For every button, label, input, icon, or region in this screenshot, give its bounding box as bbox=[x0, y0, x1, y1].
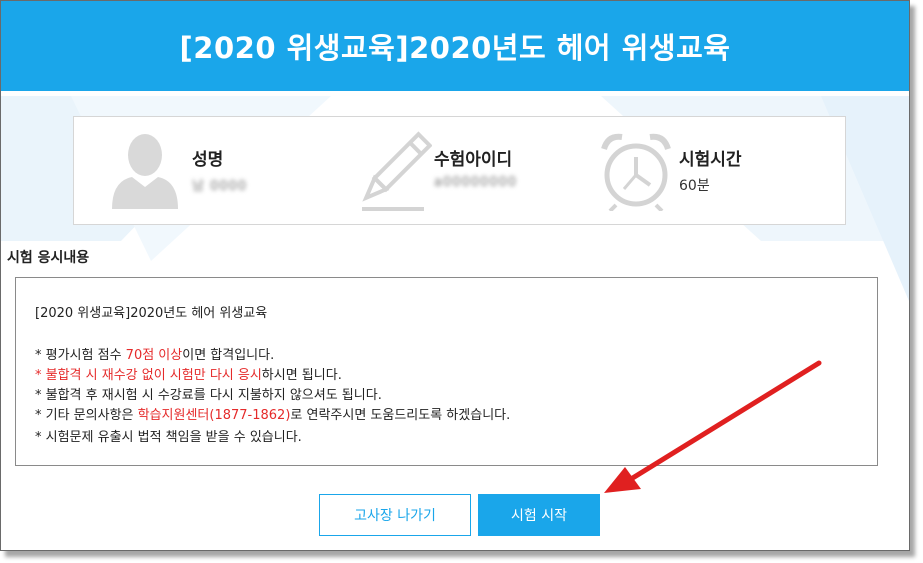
page-header: [2020 위생교육]2020년도 헤어 위생교육 bbox=[1, 1, 909, 91]
page-title: [2020 위생교육]2020년도 헤어 위생교육 bbox=[179, 31, 731, 65]
instruction-pass-score: * 평가시험 점수 70점 이상이면 합격입니다. bbox=[35, 348, 275, 363]
time-value: 60분 bbox=[679, 178, 710, 194]
instructions-title: [2020 위생교육]2020년도 헤어 위생교육 bbox=[35, 306, 268, 321]
alarm-clock-icon bbox=[601, 133, 671, 211]
instruction-retake: * 불합격 시 재수강 없이 시험만 다시 응시하시면 됩니다. bbox=[35, 368, 342, 383]
info-time: 시험시간 60분 bbox=[584, 117, 844, 224]
user-id-value: a00000000 bbox=[434, 175, 518, 190]
section-title: 시험 응시내용 bbox=[7, 250, 90, 266]
start-exam-button[interactable]: 시험 시작 bbox=[478, 494, 600, 536]
name-label: 성명 bbox=[192, 150, 224, 170]
user-avatar-icon bbox=[112, 134, 178, 209]
user-id-label: 수험아이디 bbox=[434, 150, 513, 170]
time-label: 시험시간 bbox=[679, 150, 742, 170]
exam-window: [2020 위생교육]2020년도 헤어 위생교육 성명 남 0000 수험아이… bbox=[0, 0, 910, 551]
info-name: 성명 남 0000 bbox=[74, 117, 324, 224]
instruction-fee: * 불합격 후 재시험 시 수강료를 다시 지불하지 않으셔도 됩니다. bbox=[35, 388, 382, 403]
pencil-icon bbox=[362, 131, 432, 211]
exam-instructions: [2020 위생교육]2020년도 헤어 위생교육 * 평가시험 점수 70점 … bbox=[15, 277, 878, 466]
exit-exam-room-button[interactable]: 고사장 나가기 bbox=[319, 494, 471, 536]
name-value: 남 0000 bbox=[192, 179, 248, 194]
instruction-contact: * 기타 문의사항은 학습지원센터(1877-1862)로 연락주시면 도움드리… bbox=[35, 408, 511, 423]
instruction-legal-warning: * 시험문제 유출시 법적 책임을 받을 수 있습니다. bbox=[35, 430, 302, 445]
exam-info-panel: 성명 남 0000 수험아이디 a00000000 시험시간 60분 bbox=[73, 116, 846, 225]
info-user-id: 수험아이디 a00000000 bbox=[324, 117, 584, 224]
